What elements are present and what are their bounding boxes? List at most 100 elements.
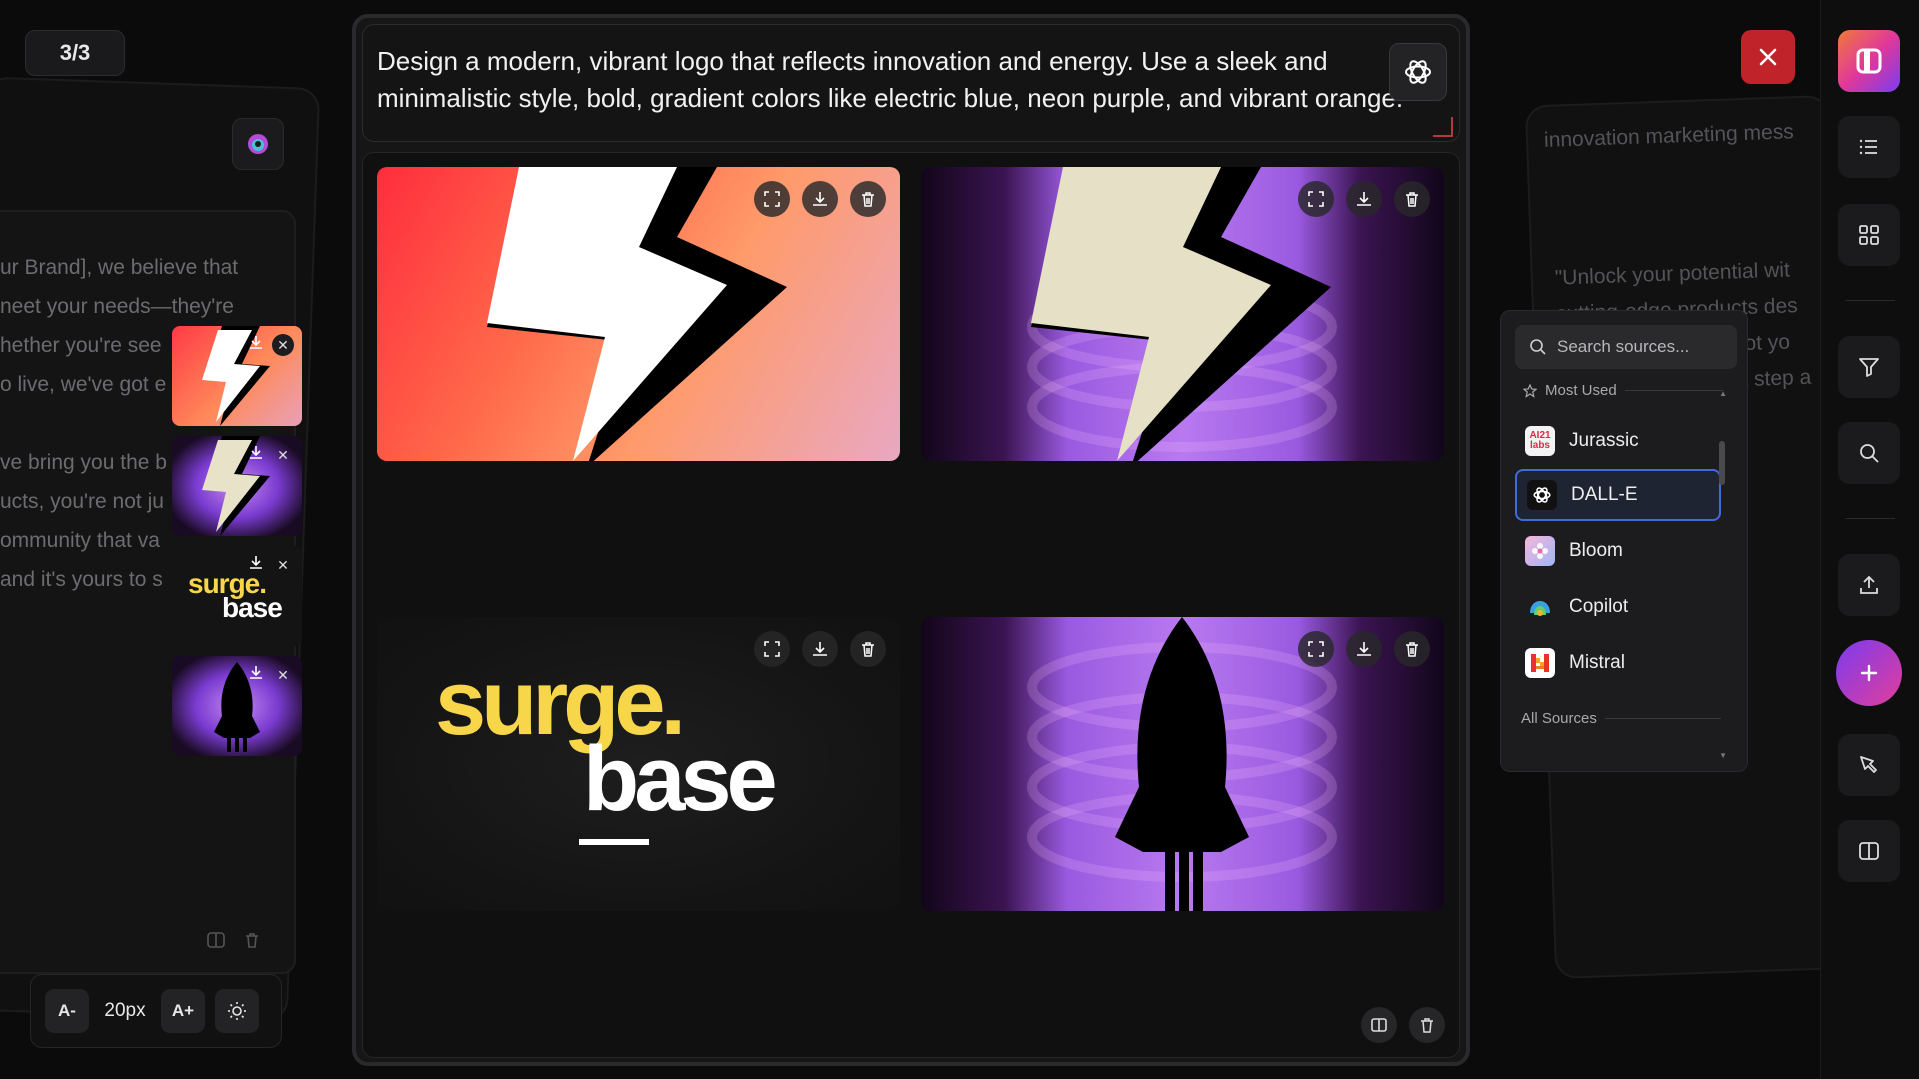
results-canvas: surge. base — [362, 152, 1460, 1058]
remove-thumb-button[interactable]: ✕ — [272, 554, 294, 576]
expand-button[interactable] — [1298, 631, 1334, 667]
delete-all-button[interactable] — [1409, 1007, 1445, 1043]
download-button[interactable] — [802, 181, 838, 217]
delete-button[interactable] — [850, 631, 886, 667]
toolbar-divider — [1845, 518, 1895, 519]
scroll-up-icon[interactable]: ▲ — [1719, 389, 1727, 398]
theme-toggle-button[interactable] — [215, 989, 259, 1033]
download-icon — [813, 642, 827, 656]
expand-button[interactable] — [754, 181, 790, 217]
add-button[interactable] — [1836, 640, 1902, 706]
split-view-icon — [1859, 842, 1879, 860]
split-view-icon — [207, 932, 225, 948]
draw-tool-button[interactable] — [1838, 734, 1900, 796]
logo-underline — [579, 839, 649, 845]
increase-font-button[interactable]: A+ — [161, 989, 205, 1033]
result-tile-rocket[interactable] — [921, 617, 1444, 911]
expand-button[interactable] — [1298, 181, 1334, 217]
scroll-down-icon[interactable]: ▼ — [1719, 751, 1727, 760]
download-icon — [1357, 192, 1371, 206]
layout-toggle-button[interactable] — [1838, 820, 1900, 882]
dropdown-scrollbar[interactable] — [1719, 441, 1725, 485]
font-size-value: 20px — [104, 1000, 146, 1021]
tile-toolbar — [1298, 181, 1430, 217]
all-sources-section: All Sources — [1521, 710, 1721, 727]
expand-button[interactable] — [754, 631, 790, 667]
copilot-icon — [1525, 592, 1555, 622]
bg-right-header: innovation marketing mess — [1543, 120, 1795, 152]
thumb-bolt-purple[interactable]: ✕ — [172, 436, 302, 536]
download-icon — [1357, 642, 1371, 656]
upload-icon — [1860, 575, 1878, 594]
thumb-surge[interactable]: surge. base ✕ — [172, 546, 302, 646]
list-view-button[interactable] — [1838, 116, 1900, 178]
close-modal-button[interactable] — [1741, 30, 1795, 84]
tile-toolbar — [754, 631, 886, 667]
download-icon — [813, 192, 827, 206]
download-icon[interactable] — [248, 444, 264, 460]
result-tile-bolt-orange[interactable] — [377, 167, 900, 461]
trash-icon — [1421, 1018, 1433, 1033]
expand-icon — [1308, 191, 1324, 207]
ai21-labs-icon: AI21 labs — [1525, 426, 1555, 456]
download-icon[interactable] — [248, 554, 264, 570]
filter-button[interactable] — [1838, 336, 1900, 398]
search-button[interactable] — [1838, 422, 1900, 484]
canvas-footer-actions — [1361, 1007, 1445, 1043]
thumb-rocket[interactable]: ✕ — [172, 656, 302, 756]
download-button[interactable] — [802, 631, 838, 667]
toolbar-divider — [1845, 300, 1895, 301]
source-item-jurassic[interactable]: AI21 labs Jurassic — [1515, 415, 1719, 467]
model-badge[interactable] — [1389, 43, 1447, 101]
font-size-controls: A- 20px A+ — [30, 974, 282, 1048]
grid-view-button[interactable] — [1838, 204, 1900, 266]
trash-icon — [246, 933, 258, 948]
expand-icon — [764, 641, 780, 657]
source-search[interactable] — [1515, 325, 1737, 369]
source-dropdown: Most Used AI21 labs Jurassic DALL-E Bloo… — [1500, 310, 1748, 772]
prompt-box[interactable]: Design a modern, vibrant logo that refle… — [362, 24, 1460, 142]
background-ghost-title — [130, 34, 139, 71]
source-item-label: Jurassic — [1569, 430, 1639, 451]
download-button[interactable] — [1346, 631, 1382, 667]
most-used-label: Most Used — [1545, 382, 1617, 399]
delete-button[interactable] — [1394, 631, 1430, 667]
trash-icon — [862, 642, 874, 657]
decrease-font-button[interactable]: A- — [45, 989, 89, 1033]
page-counter: 3/3 — [25, 30, 125, 76]
source-item-dall-e[interactable]: DALL-E — [1515, 469, 1721, 521]
source-search-input[interactable] — [1555, 336, 1729, 358]
sun-icon — [228, 1002, 246, 1020]
bloom-icon — [1525, 536, 1555, 566]
share-button[interactable] — [1838, 554, 1900, 616]
delete-button[interactable] — [850, 181, 886, 217]
mistral-icon — [1525, 648, 1555, 678]
resize-handle[interactable] — [1433, 117, 1453, 137]
app-logo-button[interactable] — [1838, 30, 1900, 92]
result-tile-bolt-purple[interactable] — [921, 167, 1444, 461]
download-icon[interactable] — [248, 334, 264, 350]
download-button[interactable] — [1346, 181, 1382, 217]
source-item-copilot[interactable]: Copilot — [1515, 581, 1719, 633]
remove-thumb-button[interactable]: ✕ — [272, 664, 294, 686]
section-divider — [1624, 390, 1723, 391]
search-icon — [1530, 339, 1546, 355]
prompt-text[interactable]: Design a modern, vibrant logo that refle… — [377, 43, 1407, 117]
thumb-bolt-orange[interactable]: ✕ — [172, 326, 302, 426]
source-item-label: Mistral — [1569, 652, 1625, 673]
download-icon[interactable] — [248, 664, 264, 680]
section-divider — [1604, 718, 1721, 719]
remove-thumb-button[interactable]: ✕ — [272, 334, 294, 356]
split-view-button[interactable] — [1361, 1007, 1397, 1043]
filter-icon — [1859, 358, 1879, 377]
remove-thumb-button[interactable]: ✕ — [272, 444, 294, 466]
expand-icon — [764, 191, 780, 207]
source-item-bloom[interactable]: Bloom — [1515, 525, 1719, 577]
all-sources-label: All Sources — [1521, 710, 1597, 727]
trash-icon — [862, 192, 874, 207]
source-item-mistral[interactable]: Mistral — [1515, 637, 1719, 689]
result-tile-surge-base[interactable]: surge. base — [377, 617, 900, 911]
background-ai-icon — [232, 118, 284, 170]
pen-tool-icon — [1860, 756, 1877, 773]
delete-button[interactable] — [1394, 181, 1430, 217]
